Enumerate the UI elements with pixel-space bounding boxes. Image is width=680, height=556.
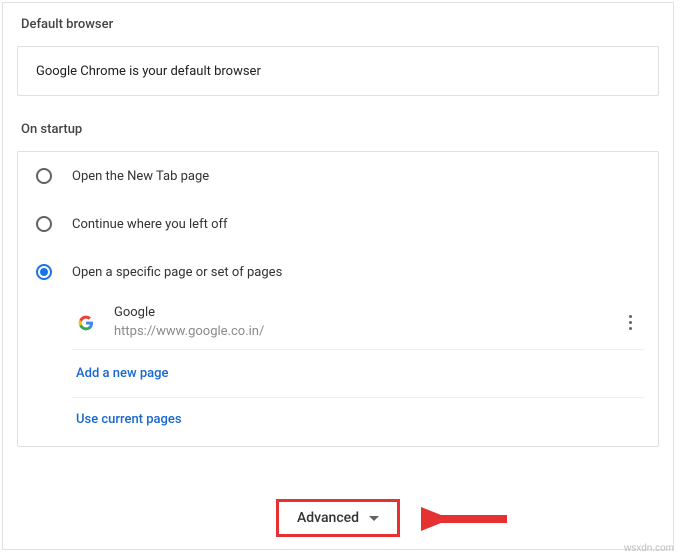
radio-unchecked-icon xyxy=(36,168,52,184)
watermark-text: wsxdn.com xyxy=(624,543,674,554)
startup-page-url: https://www.google.co.in/ xyxy=(114,323,620,341)
add-new-page-label: Add a new page xyxy=(76,366,168,381)
startup-option-specific-pages[interactable]: Open a specific page or set of pages xyxy=(18,248,658,296)
startup-page-row: Google https://www.google.co.in/ xyxy=(72,296,644,350)
google-favicon-icon xyxy=(76,313,96,333)
startup-option-label: Continue where you left off xyxy=(72,217,228,232)
add-new-page-button[interactable]: Add a new page xyxy=(72,350,644,398)
use-current-pages-label: Use current pages xyxy=(76,412,182,427)
advanced-label: Advanced xyxy=(297,510,359,526)
startup-page-info: Google https://www.google.co.in/ xyxy=(114,304,620,340)
advanced-section: Advanced xyxy=(3,499,673,537)
page-options-button[interactable] xyxy=(620,309,640,336)
settings-panel: Default browser Google Chrome is your de… xyxy=(2,2,674,550)
startup-option-continue[interactable]: Continue where you left off xyxy=(18,200,658,248)
default-browser-status-text: Google Chrome is your default browser xyxy=(36,64,261,79)
default-browser-card: Google Chrome is your default browser xyxy=(17,46,659,96)
startup-option-label: Open the New Tab page xyxy=(72,169,209,184)
caret-down-icon xyxy=(369,516,379,521)
startup-option-label: Open a specific page or set of pages xyxy=(72,265,282,280)
radio-unchecked-icon xyxy=(36,216,52,232)
advanced-toggle-button[interactable]: Advanced xyxy=(276,499,400,537)
startup-page-title: Google xyxy=(114,304,620,322)
on-startup-heading: On startup xyxy=(21,122,673,137)
on-startup-card: Open the New Tab page Continue where you… xyxy=(17,151,659,447)
startup-pages-list: Google https://www.google.co.in/ Add a n… xyxy=(72,296,644,446)
default-browser-heading: Default browser xyxy=(21,17,673,32)
default-browser-status-row: Google Chrome is your default browser xyxy=(18,47,658,95)
startup-option-new-tab[interactable]: Open the New Tab page xyxy=(18,152,658,200)
radio-checked-icon xyxy=(36,264,52,280)
use-current-pages-button[interactable]: Use current pages xyxy=(72,398,644,446)
